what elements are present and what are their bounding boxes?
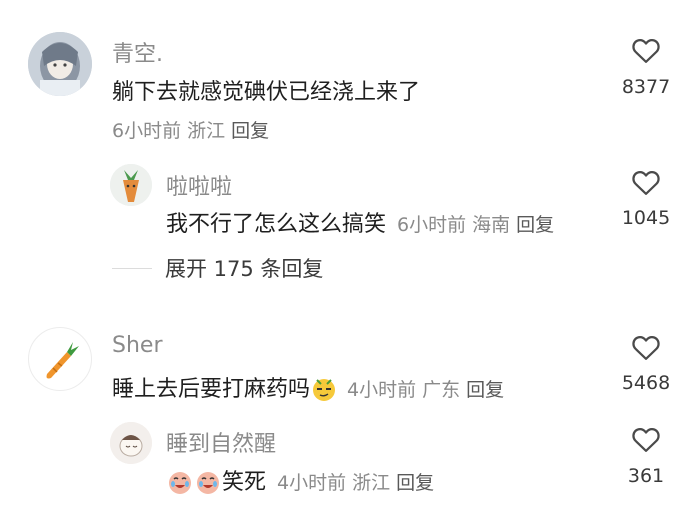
reply-text: 笑死: [222, 470, 267, 495]
avatar-carrot-character-image: [110, 164, 152, 206]
comment-time-location: 4小时前 广东: [347, 379, 461, 401]
avatar[interactable]: [28, 327, 92, 391]
heart-outline-icon[interactable]: [631, 425, 661, 453]
comment-username[interactable]: Sher: [112, 333, 163, 358]
reply-meta: 4小时前 浙江 回复: [277, 472, 434, 494]
heart-outline-icon[interactable]: [631, 168, 661, 196]
reply-button[interactable]: 回复: [516, 214, 554, 236]
laugh-cry-emoji-icon: [197, 472, 219, 494]
comment-meta: 6小时前 浙江 回复: [112, 116, 269, 143]
reply-time-location: 6小时前 海南: [397, 214, 511, 236]
avatar[interactable]: [110, 422, 152, 464]
comment-meta: 4小时前 广东 回复: [347, 379, 504, 401]
divider: [112, 268, 152, 269]
reply-button[interactable]: 回复: [466, 379, 504, 401]
like-count: 8377: [621, 76, 671, 98]
avatar-sleeping-character-image: [110, 422, 152, 464]
avatar-carrot-image: [46, 342, 79, 379]
reply-time-location: 4小时前 浙江: [277, 472, 391, 494]
heart-outline-icon[interactable]: [631, 333, 661, 361]
comment-line: 睡上去后要打麻药吗 4小时前 广东 回复: [112, 371, 504, 403]
reply-button[interactable]: 回复: [231, 120, 269, 142]
like-count: 5468: [621, 372, 671, 394]
like-count: 1045: [621, 207, 671, 229]
like-count: 361: [627, 465, 665, 487]
reply-line: 我不行了怎么这么搞笑 6小时前 海南 回复: [166, 206, 554, 238]
avatar-anime-girl-image: [28, 32, 92, 96]
laugh-cry-emoji-icon: [169, 472, 191, 494]
comment-time-location: 6小时前 浙江: [112, 120, 226, 142]
heart-outline-icon[interactable]: [631, 36, 661, 64]
reply-username[interactable]: 啦啦啦: [166, 169, 232, 201]
reply-text: 我不行了怎么这么搞笑: [166, 212, 387, 237]
comment-text: 睡上去后要打麻药吗: [112, 377, 311, 402]
smirk-emoji-icon: [313, 379, 336, 401]
expand-replies-button[interactable]: 展开 175 条回复: [165, 253, 323, 283]
comment-username[interactable]: 青空.: [112, 36, 163, 68]
avatar[interactable]: [28, 32, 92, 96]
avatar[interactable]: [110, 164, 152, 206]
reply-line: 笑死 4小时前 浙江 回复: [166, 464, 434, 496]
reply-button[interactable]: 回复: [396, 472, 434, 494]
reply-meta: 6小时前 海南 回复: [397, 214, 554, 236]
comment-text: 躺下去就感觉碘伏已经浇上来了: [112, 80, 421, 105]
reply-username[interactable]: 睡到自然醒: [166, 426, 276, 458]
